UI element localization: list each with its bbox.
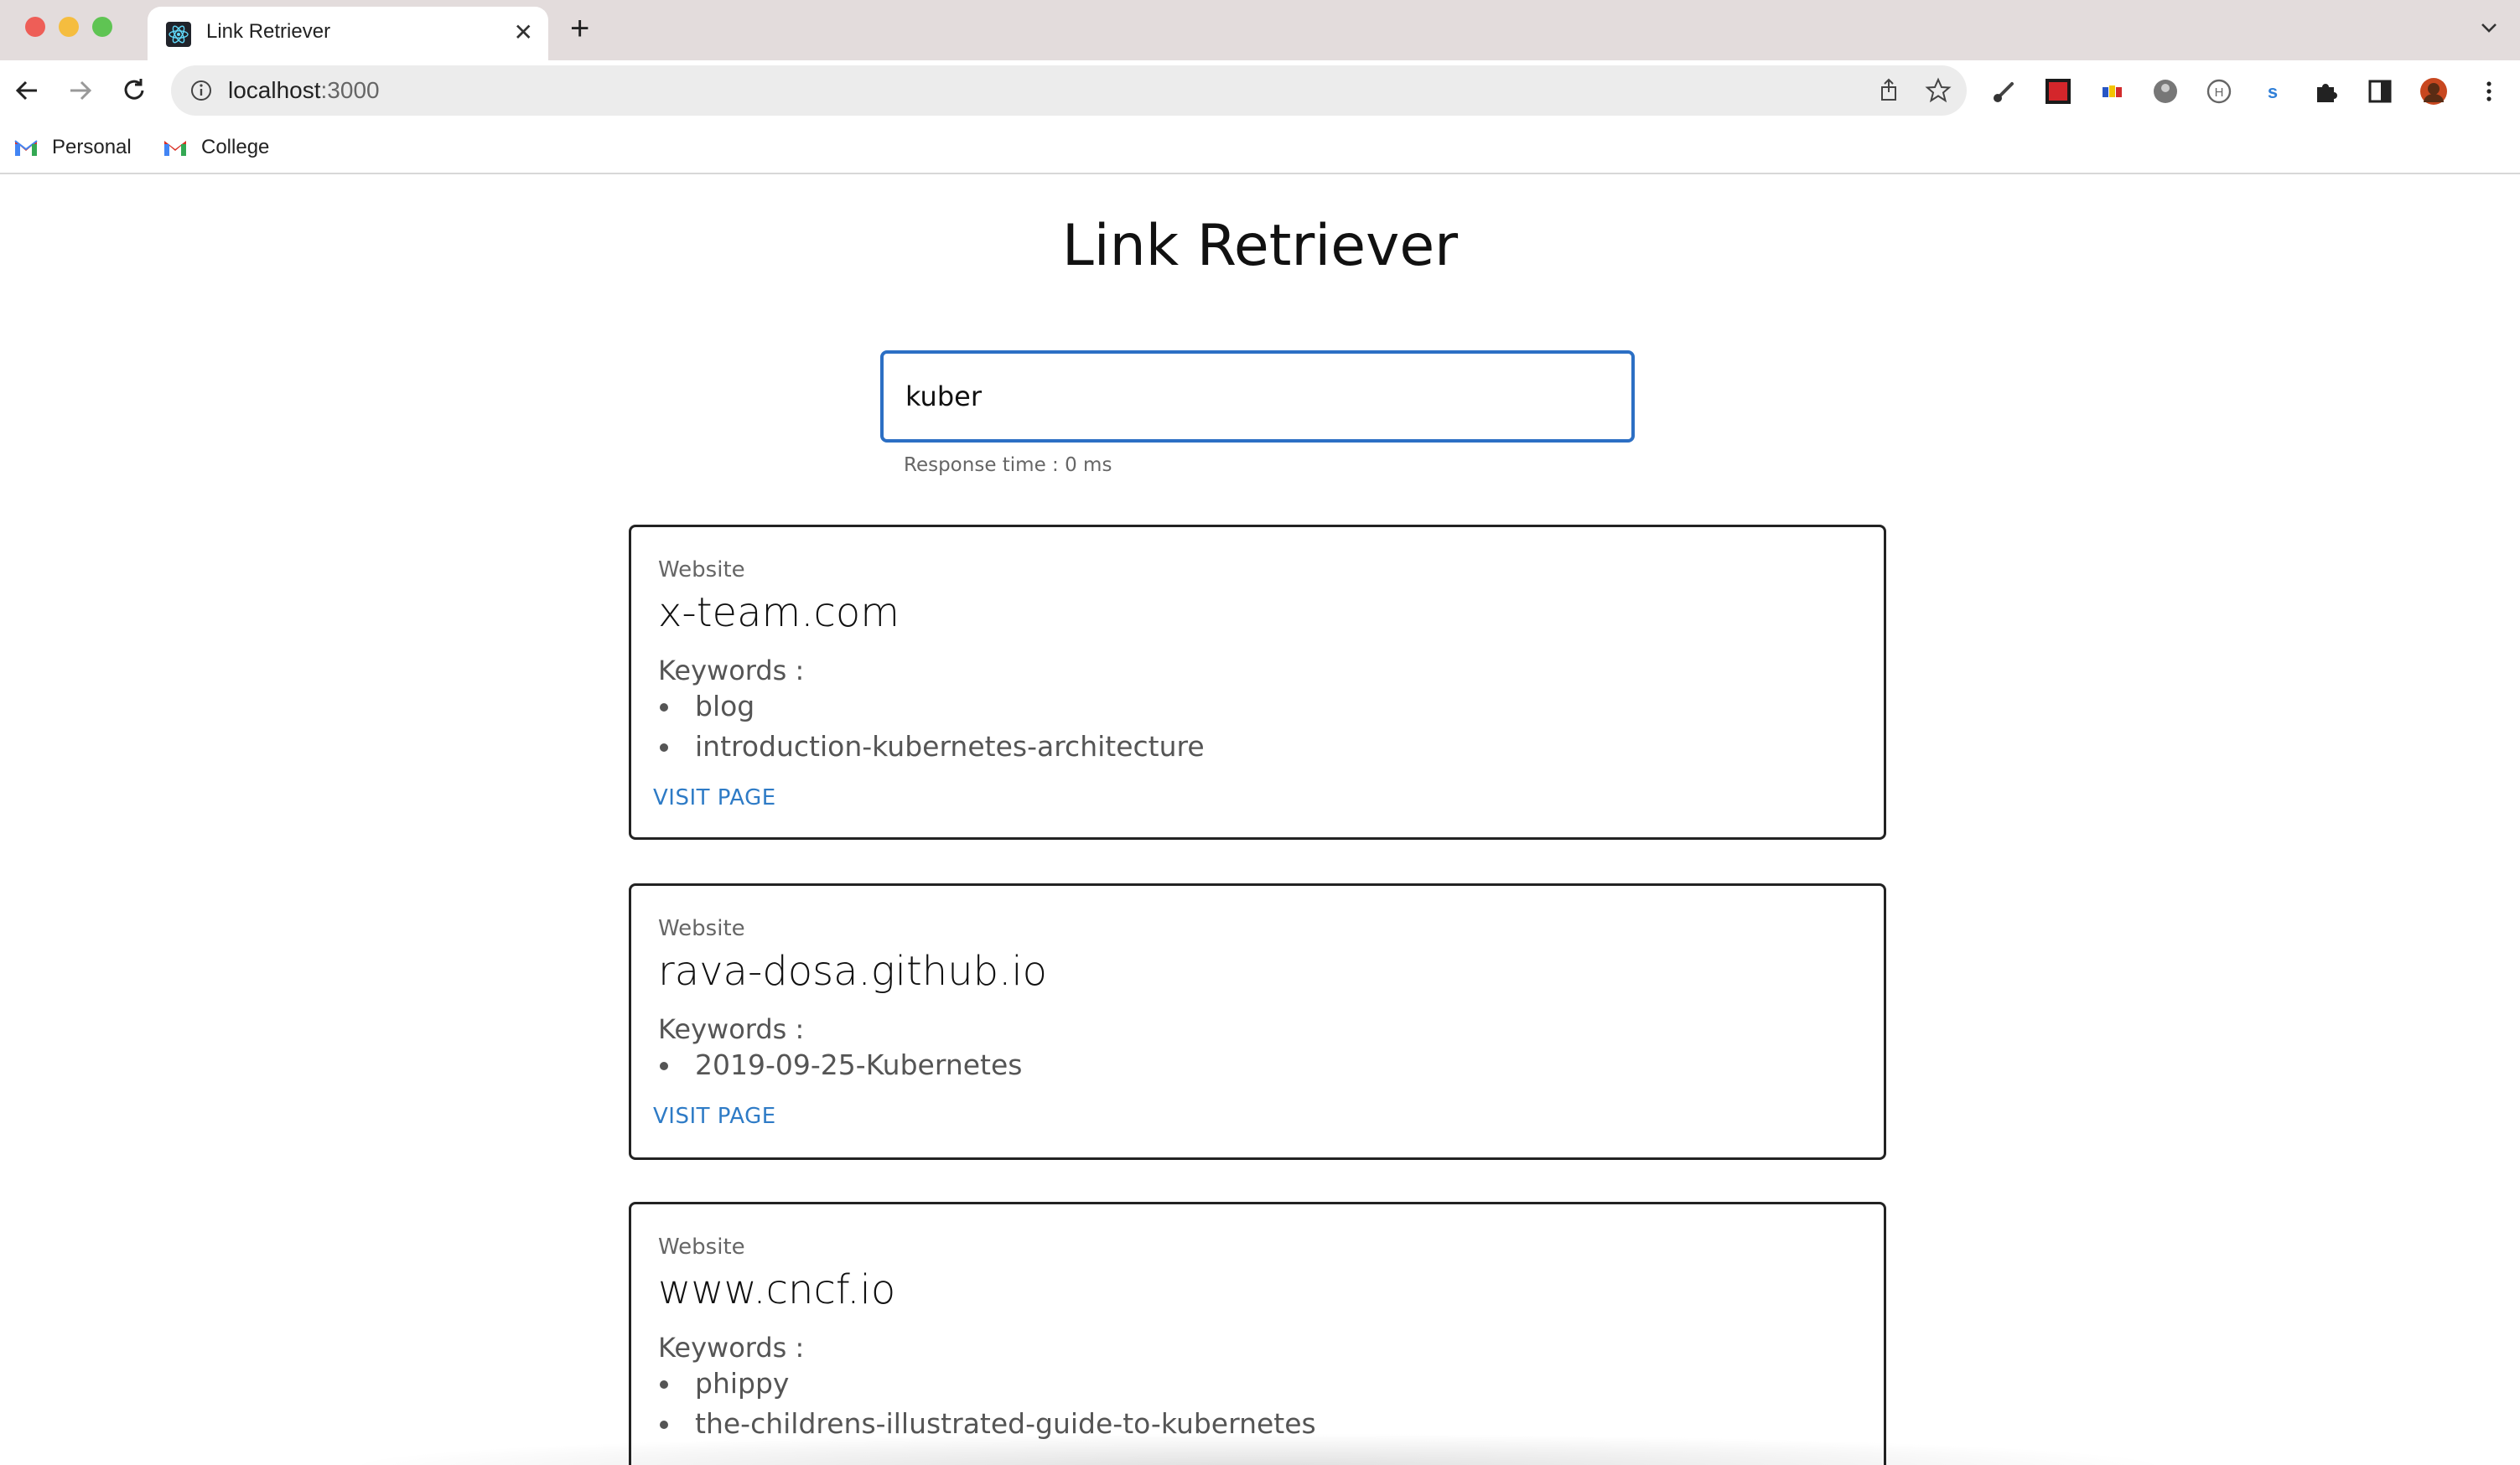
search-input[interactable] [880,350,1635,443]
red-square-extension-icon[interactable] [2044,77,2072,106]
visit-page-link[interactable]: VISIT PAGE [653,1104,776,1129]
puzzle-extensions-icon[interactable] [2312,77,2341,106]
card-site: x-team.com [658,589,900,636]
result-card: Website www.cncf.io Keywords : phippy th… [629,1202,1886,1465]
side-panel-icon[interactable] [2366,77,2394,106]
visit-page-link[interactable]: VISIT PAGE [653,785,776,810]
bookmark-personal[interactable]: Personal [13,131,132,164]
keywords-label: Keywords : [658,655,805,686]
result-card: Website rava-dosa.github.io Keywords : 2… [629,883,1886,1160]
svg-text:H: H [2215,85,2224,100]
browser-toolbar: localhost:3000 H s [0,60,2520,121]
reload-icon[interactable] [119,75,149,106]
scroll-shadow [335,1433,2180,1465]
tab-title: Link Retriever [206,20,331,43]
minimize-window-button[interactable] [59,17,79,37]
bookmark-college[interactable]: College [163,131,269,164]
address-bar[interactable]: localhost:3000 [171,65,1967,116]
card-label: Website [658,916,745,941]
keyword-list: 2019-09-25-Kubernetes [658,1045,1023,1085]
card-label: Website [658,557,745,582]
keywords-label: Keywords : [658,1013,805,1045]
close-window-button[interactable] [25,17,45,37]
page-content: Link Retriever Response time : 0 ms Webs… [0,176,2520,1465]
page-title: Link Retriever [1061,213,1459,279]
grey-circle-extension-icon[interactable] [2151,77,2180,106]
response-time: Response time : 0 ms [904,454,1112,476]
keyword-list: blog introduction-kubernetes-architectur… [658,686,1205,767]
card-site: rava-dosa.github.io [658,948,1048,995]
gmail-icon [14,140,38,156]
maximize-window-button[interactable] [92,17,112,37]
keyword-item: introduction-kubernetes-architecture [658,727,1205,767]
paintbrush-extension-icon[interactable] [1990,77,2019,106]
h-circle-extension-icon[interactable]: H [2205,77,2233,106]
svg-text:s: s [2268,81,2278,102]
info-icon[interactable] [189,79,213,102]
share-icon[interactable] [1876,77,1901,102]
more-menu-icon[interactable] [2475,77,2503,106]
keywords-label: Keywords : [658,1332,805,1364]
card-label: Website [658,1235,745,1260]
s-extension-icon[interactable]: s [2258,77,2287,106]
keyword-item: 2019-09-25-Kubernetes [658,1045,1023,1085]
tab-link-retriever[interactable]: Link Retriever ✕ [148,7,548,60]
profile-avatar[interactable] [2419,77,2448,106]
bookmark-star-icon[interactable] [1925,77,1952,104]
bookmark-label: College [201,136,270,158]
back-arrow-icon[interactable] [12,75,42,106]
bookmarks-bar: Personal College [0,121,2520,174]
card-site: www.cncf.io [658,1266,896,1313]
url-text: localhost:3000 [228,77,380,103]
keyword-list: phippy the-childrens-illustrated-guide-t… [658,1364,1316,1444]
forward-arrow-icon[interactable] [65,75,96,106]
keyword-item: blog [658,686,1205,727]
react-logo-icon [166,22,191,47]
new-tab-button[interactable]: + [570,12,589,45]
close-tab-icon[interactable]: ✕ [514,20,533,45]
flag-extension-icon[interactable] [2097,77,2126,106]
gmail-icon [164,141,186,156]
chevron-down-icon[interactable] [2478,17,2500,39]
tab-bar: Link Retriever ✕ + [0,0,2520,60]
result-card: Website x-team.com Keywords : blog intro… [629,525,1886,840]
bookmark-label: Personal [52,136,132,158]
keyword-item: phippy [658,1364,1316,1404]
